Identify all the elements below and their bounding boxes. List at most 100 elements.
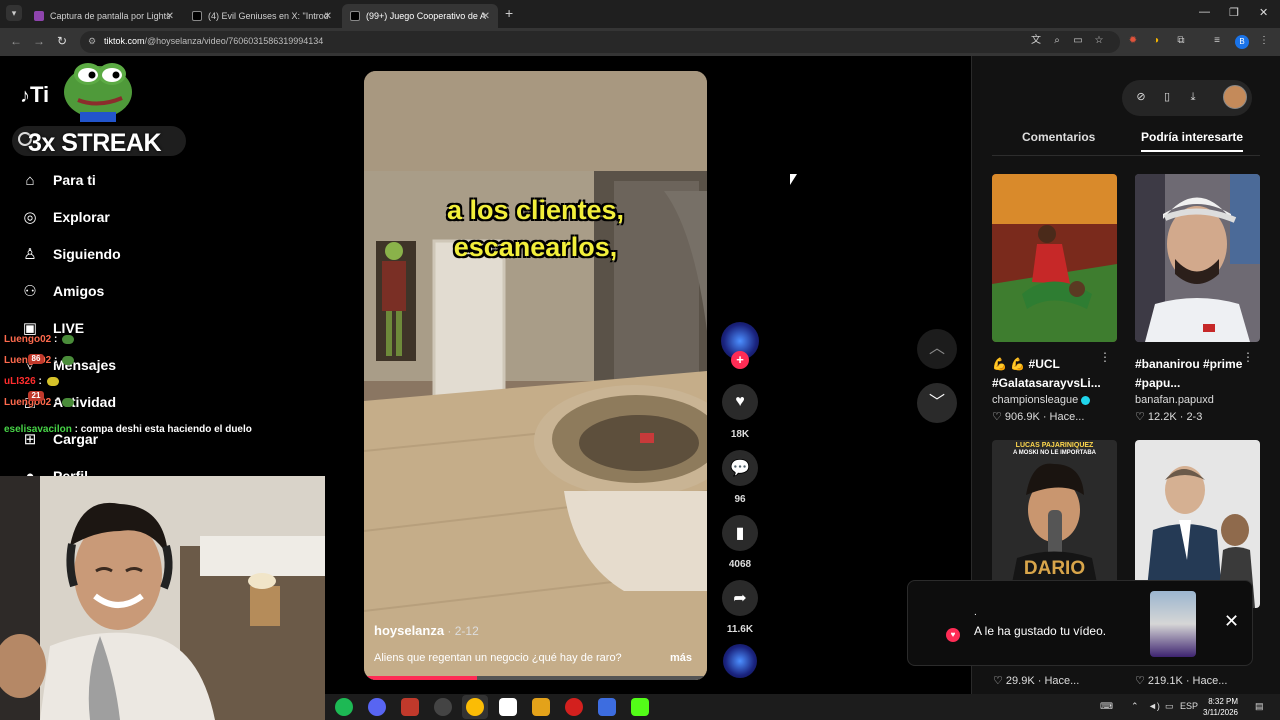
- minimize-icon[interactable]: —: [1199, 6, 1210, 18]
- new-tab-button[interactable]: +: [505, 5, 513, 21]
- spotify-icon[interactable]: [335, 698, 353, 716]
- tiktok-logo-text: Ti: [30, 82, 50, 107]
- comment-button[interactable]: 💬: [722, 450, 758, 486]
- more-button[interactable]: más: [670, 652, 692, 664]
- like-notification-toast[interactable]: ♥ . A le ha gustado tu vídeo. ✕: [907, 580, 1253, 666]
- follow-plus-icon[interactable]: +: [731, 351, 749, 369]
- toast-message: A le ha gustado tu vídeo.: [974, 624, 1107, 638]
- system-clock[interactable]: 8:32 PM 3/11/2026: [1203, 696, 1238, 718]
- chrome-icon[interactable]: [466, 698, 484, 716]
- sidebar-item-amigos[interactable]: ⚇ Amigos: [20, 281, 104, 301]
- window-close-icon[interactable]: ✕: [1259, 6, 1268, 19]
- close-tab-icon[interactable]: ✕: [482, 11, 490, 22]
- browser-menu-icon[interactable]: ⋮: [1258, 35, 1270, 47]
- like-button[interactable]: ♥: [722, 384, 758, 420]
- previous-video-button[interactable]: ︿: [917, 329, 957, 369]
- chat-text: :: [54, 397, 58, 408]
- card-title[interactable]: 💪 💪 #UCL #GalatasarayvsLi...: [992, 355, 1104, 393]
- video-player[interactable]: a los clientes, escanearlos, hoyselanza …: [364, 71, 707, 680]
- reload-icon[interactable]: ↻: [57, 34, 67, 48]
- site-info-icon[interactable]: ⚙: [88, 36, 98, 46]
- reading-list-icon[interactable]: ≡: [1211, 35, 1223, 47]
- language-indicator[interactable]: ESP: [1180, 701, 1198, 711]
- video-author[interactable]: hoyselanza · 2-12: [374, 623, 479, 638]
- file-explorer-icon[interactable]: [532, 698, 550, 716]
- recommended-video-card[interactable]: 💪 💪 #UCL #GalatasarayvsLi... ⋮ champions…: [992, 174, 1117, 423]
- next-video-button[interactable]: ﹀: [917, 383, 957, 423]
- network-icon[interactable]: ▭: [1165, 701, 1174, 712]
- app-icon[interactable]: [598, 698, 616, 716]
- video-progress-fill: [364, 676, 478, 680]
- close-icon[interactable]: ✕: [1224, 611, 1239, 632]
- extensions-puzzle-icon[interactable]: ⧉: [1175, 35, 1187, 47]
- tab-podria-interesarte[interactable]: Podría interesarte: [1141, 130, 1244, 152]
- more-options-icon[interactable]: ⋮: [1099, 350, 1111, 364]
- webcam-image: [0, 476, 325, 720]
- keyboard-icon[interactable]: ⌨: [1100, 701, 1113, 712]
- cast-icon[interactable]: ▭: [1072, 35, 1084, 47]
- card-author-name[interactable]: championsleague: [992, 394, 1078, 406]
- card-author[interactable]: championsleague: [992, 394, 1117, 406]
- opera-icon[interactable]: [565, 698, 583, 716]
- video-author-name[interactable]: hoyselanza: [374, 623, 444, 638]
- toast-thumbnail[interactable]: [1150, 591, 1196, 657]
- address-bar[interactable]: ⚙ tiktok.com/@hoyselanza/video/760603158…: [80, 31, 1120, 53]
- sidebar-item-siguiendo[interactable]: ♙ Siguiendo: [20, 244, 120, 264]
- sidebar-item-explorar[interactable]: ◎ Explorar: [20, 207, 109, 227]
- chat-username: Luengo02: [4, 334, 52, 345]
- app-icon[interactable]: [499, 698, 517, 716]
- chat-message: Luengo02 :: [4, 334, 75, 345]
- volume-icon[interactable]: ◄): [1148, 701, 1160, 711]
- zoom-icon[interactable]: ⌕: [1051, 35, 1063, 47]
- save-count: 4068: [728, 559, 752, 570]
- download-icon[interactable]: ⤓: [1186, 90, 1200, 104]
- restore-icon[interactable]: ❐: [1229, 6, 1239, 19]
- close-tab-icon[interactable]: ✕: [324, 11, 332, 22]
- browser-tab[interactable]: Captura de pantalla por Lightsh ✕: [26, 4, 182, 28]
- browser-tab-bar: ▾ Captura de pantalla por Lightsh ✕ (4) …: [0, 0, 1280, 28]
- compass-icon[interactable]: ⊘: [1134, 90, 1148, 104]
- sidebar-item-label: Para ti: [53, 172, 96, 188]
- tab-search-button[interactable]: ▾: [6, 5, 22, 21]
- chevron-up-icon: ︿: [928, 340, 945, 357]
- close-tab-icon[interactable]: ✕: [166, 11, 174, 22]
- home-icon: ⌂: [25, 171, 35, 189]
- user-follow-icon: ♙: [23, 246, 37, 263]
- browser-tab[interactable]: (4) Evil Geniuses en X: "Introdu ✕: [184, 4, 340, 28]
- pepe-emote-icon: [64, 63, 132, 122]
- music-disc-icon[interactable]: [723, 644, 757, 678]
- browser-tab-active[interactable]: (99+) Juego Cooperativo de Ali ✕: [342, 4, 498, 28]
- user-avatar[interactable]: [1223, 85, 1247, 109]
- video-progress-bar[interactable]: [364, 676, 707, 680]
- extension-icon[interactable]: ✹: [1127, 35, 1139, 47]
- back-icon[interactable]: ←: [10, 34, 22, 48]
- save-button[interactable]: ▮: [722, 515, 758, 551]
- card-title[interactable]: #bananirou #prime #papu...: [1135, 355, 1247, 393]
- more-options-icon[interactable]: ⋮: [1242, 350, 1254, 364]
- forward-icon[interactable]: →: [33, 34, 45, 48]
- tab-title: (99+) Juego Cooperativo de Ali: [366, 11, 486, 21]
- discord-icon[interactable]: [368, 698, 386, 716]
- obs-icon[interactable]: [434, 698, 452, 716]
- panel-tabs: Comentarios Podría interesarte: [992, 128, 1260, 156]
- browser-toolbar: ← → ↻ ⚙ tiktok.com/@hoyselanza/video/760…: [0, 28, 1280, 56]
- card-author[interactable]: banafan.papuxd: [1135, 394, 1260, 406]
- translate-icon[interactable]: 文: [1030, 35, 1042, 47]
- tray-chevron-icon[interactable]: ⌃: [1131, 701, 1139, 712]
- video-thumbnail: [1135, 174, 1260, 342]
- browser-profile-avatar[interactable]: B: [1235, 35, 1249, 49]
- thumbnail-text: DARIO: [1023, 558, 1086, 579]
- extension-icon[interactable]: ◑: [1150, 35, 1162, 47]
- chat-message: uLI326 :: [4, 376, 59, 387]
- tiktok-logo[interactable]: ♪Ti: [20, 82, 49, 108]
- app-icon[interactable]: [401, 698, 419, 716]
- video-caption-line: escanearlos,: [453, 232, 618, 262]
- kick-icon[interactable]: [631, 698, 649, 716]
- bookmark-star-icon[interactable]: ☆: [1093, 35, 1105, 47]
- tab-comentarios[interactable]: Comentarios: [1022, 130, 1095, 144]
- share-button[interactable]: ➦: [722, 580, 758, 616]
- phone-icon[interactable]: ▯: [1160, 90, 1174, 104]
- notifications-icon[interactable]: ▤: [1255, 701, 1264, 712]
- sidebar-item-para-ti[interactable]: ⌂ Para ti: [20, 170, 96, 190]
- recommended-video-card[interactable]: #bananirou #prime #papu... ⋮ banafan.pap…: [1135, 174, 1260, 423]
